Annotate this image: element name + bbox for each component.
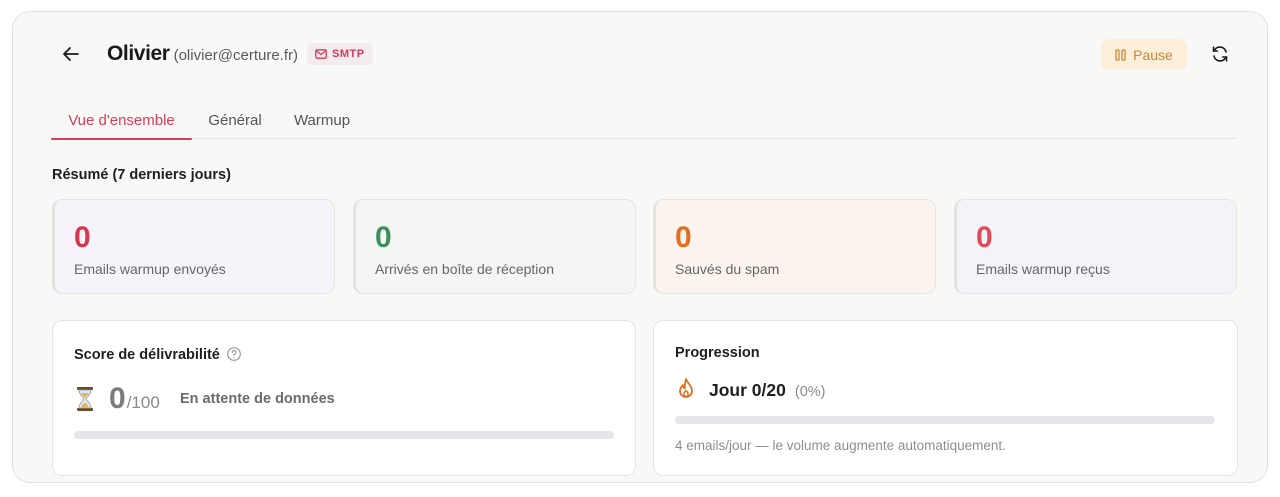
progression-percent: (0%): [794, 384, 826, 400]
tab-warmup[interactable]: Warmup: [287, 102, 357, 139]
flame-icon: [679, 378, 693, 398]
arrow-left-icon: [63, 47, 79, 61]
progression-day: Jour 0/20 (0%): [709, 380, 825, 401]
tab-overview[interactable]: Vue d'ensemble: [51, 102, 192, 140]
refresh-icon: [1212, 46, 1228, 62]
pause-button-label: Pause: [1133, 46, 1173, 63]
hourglass-icon: [77, 387, 93, 411]
smtp-badge-label: SMTP: [332, 48, 365, 60]
progression-progress-bar: [675, 416, 1215, 424]
account-email: (olivier@certure.fr): [173, 47, 298, 64]
stat-label: Emails warmup reçus: [976, 261, 1110, 277]
stat-label: Arrivés en boîte de réception: [375, 261, 554, 277]
pause-button[interactable]: Pause: [1101, 39, 1187, 70]
stat-value: 0: [675, 221, 692, 254]
pause-icon: [1115, 48, 1126, 61]
stat-label: Sauvés du spam: [675, 261, 780, 277]
stat-card-received: 0 Emails warmup reçus: [954, 199, 1237, 294]
mail-icon: [315, 49, 327, 59]
account-title: Olivier (olivier@certure.fr): [107, 42, 298, 66]
help-circle-icon[interactable]: [226, 346, 242, 362]
account-panel: Olivier (olivier@certure.fr) SMTP Pause …: [12, 11, 1268, 483]
stat-card-saved-spam: 0 Sauvés du spam: [653, 199, 936, 294]
stat-card-inbox: 0 Arrivés en boîte de réception: [353, 199, 636, 294]
stat-value: 0: [976, 221, 993, 254]
refresh-button[interactable]: [1207, 41, 1233, 67]
deliverability-status: En attente de données: [180, 391, 335, 407]
score-max: /100: [126, 393, 160, 412]
tab-bar: Vue d'ensemble Général Warmup: [51, 102, 1237, 140]
deliverability-title: Score de délivrabilité: [74, 347, 220, 363]
score-value: 0: [109, 382, 126, 415]
progression-title: Progression: [675, 345, 760, 361]
account-name: Olivier: [107, 42, 170, 65]
stat-card-sent: 0 Emails warmup envoyés: [52, 199, 335, 294]
stat-label: Emails warmup envoyés: [74, 261, 226, 277]
progression-day-count: Jour 0/20: [709, 380, 786, 400]
back-button[interactable]: [57, 42, 85, 66]
summary-title: Résumé (7 derniers jours): [52, 167, 231, 183]
stat-value: 0: [375, 221, 392, 254]
smtp-badge: SMTP: [307, 43, 373, 65]
progression-note: 4 emails/jour — le volume augmente autom…: [675, 438, 1006, 453]
deliverability-card: Score de délivrabilité 0 /100 En attente…: [52, 320, 636, 476]
tab-general[interactable]: Général: [197, 102, 273, 139]
stat-value: 0: [74, 221, 91, 254]
progression-card: Progression Jour 0/20 (0%) 4 emails/jour…: [653, 320, 1238, 476]
deliverability-score: 0 /100: [109, 382, 160, 416]
deliverability-progress-bar: [74, 431, 614, 439]
